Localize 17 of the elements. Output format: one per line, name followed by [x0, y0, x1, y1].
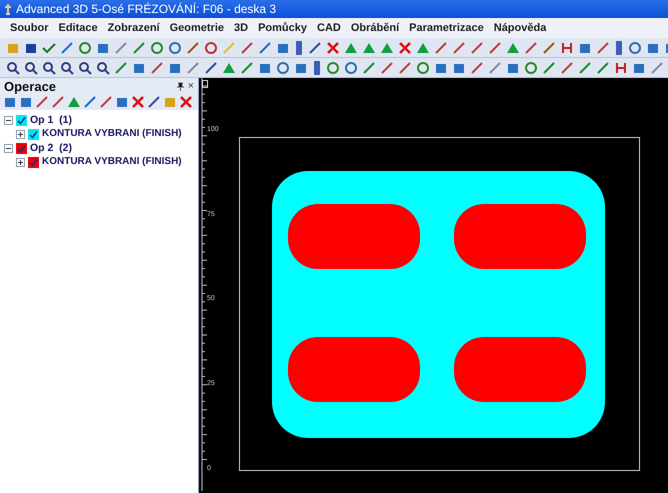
- menu-item[interactable]: Soubor: [10, 20, 48, 36]
- menu-item[interactable]: 3D: [234, 20, 248, 36]
- window-title: Advanced 3D 5-Osé FRÉZOVÁNÍ: F06 - deska 3: [16, 3, 276, 15]
- menu-item[interactable]: Zobrazení: [108, 20, 160, 36]
- menu-item[interactable]: Pomůcky: [258, 20, 307, 36]
- menu-item[interactable]: Obrábění: [350, 20, 400, 36]
- tree-item[interactable]: KONTURA VYBRANI (FINISH): [42, 129, 182, 139]
- menu-item[interactable]: Nápověda: [494, 20, 546, 36]
- panel-title: Operace: [4, 80, 56, 92]
- menu-item[interactable]: Parametrizace: [409, 20, 484, 36]
- tree-item[interactable]: Op 1 (1): [30, 114, 72, 126]
- close-button[interactable]: ×: [188, 80, 194, 92]
- tree-item[interactable]: KONTURA VYBRANI (FINISH): [42, 157, 182, 167]
- menu-item[interactable]: Geometrie: [170, 20, 224, 36]
- menu-item[interactable]: CAD: [317, 20, 341, 36]
- tree-item[interactable]: Op 2 (2): [30, 142, 72, 154]
- menu-item[interactable]: Editace: [58, 20, 98, 36]
